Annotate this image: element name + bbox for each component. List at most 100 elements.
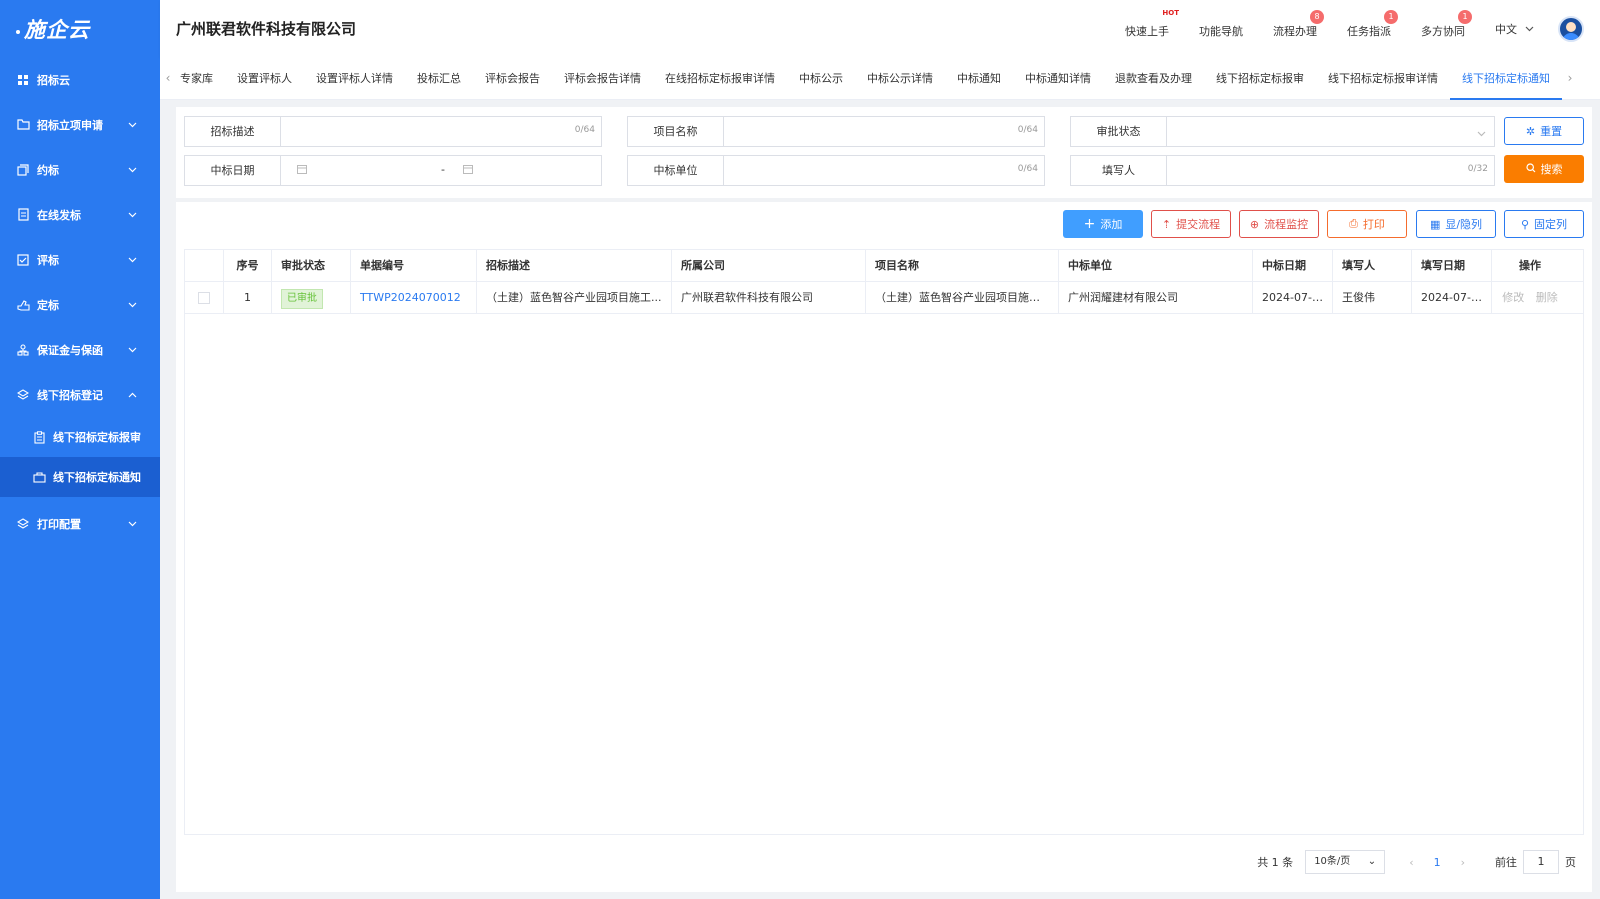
table-row[interactable]: 1 已审批 TTWP2024070012 （土建）蓝色智谷产业园项目施工... … [185, 282, 1583, 314]
tab[interactable]: 投标汇总 [405, 57, 473, 100]
calendar-icon [297, 164, 307, 177]
chevron-down-icon: ⌄ [1367, 856, 1377, 867]
quick-start-link[interactable]: 快速上手 HOT [1125, 9, 1179, 39]
sidebar-item-fabiao[interactable]: 在线发标 [0, 192, 160, 237]
header-cell: 中标日期 [1253, 250, 1333, 281]
logo-text: 施企云 [24, 18, 90, 42]
tab-active[interactable]: 线下招标定标通知 [1450, 57, 1562, 100]
tab[interactable]: 中标公示 [787, 57, 855, 100]
tab-bar: ‹ 专家库 设置评标人 设置评标人详情 投标汇总 评标会报告 评标会报告详情 在… [160, 57, 1600, 100]
toggle-columns-button[interactable]: ▦ 显/隐列 [1416, 210, 1496, 238]
fix-columns-button[interactable]: ⚲ 固定列 [1504, 210, 1584, 238]
project-label: 项目名称 [628, 117, 724, 146]
header-cell: 填写日期 [1412, 250, 1492, 281]
sidebar-item-baozhengjin[interactable]: 保证金与保函 [0, 327, 160, 372]
monitor-label: 流程监控 [1264, 218, 1309, 231]
sidebar-item-print-config[interactable]: 打印配置 [0, 501, 160, 546]
chevron-down-icon [126, 209, 138, 221]
sidebar-item-dingbiao-tongzhi[interactable]: 线下招标定标通知 [0, 457, 160, 497]
tab[interactable]: 在线招标定标报审详情 [653, 57, 787, 100]
header-cell: 序号 [224, 250, 272, 281]
hand-icon [16, 298, 30, 312]
sidebar-item-dingbiao[interactable]: 定标 [0, 282, 160, 327]
cell-actions: 修改 删除 [1492, 282, 1568, 313]
unit-input[interactable]: 0/64 [724, 156, 1044, 185]
task-link[interactable]: 任务指派 1 [1347, 9, 1398, 39]
avatar[interactable] [1558, 15, 1584, 42]
tab[interactable]: 评标会报告 [473, 57, 552, 100]
chevron-down-icon [126, 164, 138, 176]
reset-label: 重置 [1540, 125, 1563, 138]
sidebar-item-dingbiao-baoshen[interactable]: 线下招标定标报审 [0, 417, 160, 457]
reset-button[interactable]: ✲ 重置 [1504, 117, 1584, 145]
tab[interactable]: 退款查看及办理 [1103, 57, 1204, 100]
printer-icon: ⎙ [1349, 217, 1358, 230]
checklist-icon [16, 253, 30, 267]
company-title: 广州联君软件科技有限公司 [176, 20, 357, 38]
project-count: 0/64 [1017, 125, 1038, 135]
sidebar-item-lixiang[interactable]: 招标立项申请 [0, 102, 160, 147]
current-page[interactable]: 1 [1434, 856, 1441, 869]
status-label: 审批状态 [1071, 117, 1167, 146]
date-range-input[interactable]: - [281, 156, 601, 185]
process-link[interactable]: 流程办理 8 [1273, 9, 1324, 39]
process-monitor-button[interactable]: ⊕ 流程监控 [1239, 210, 1319, 238]
toggle-cols-label: 显/隐列 [1445, 218, 1483, 231]
goto-input[interactable]: 1 [1523, 850, 1559, 874]
row-checkbox-cell [185, 282, 224, 313]
project-input[interactable]: 0/64 [724, 117, 1044, 146]
cell-code-link[interactable]: TTWP2024070012 [351, 282, 477, 313]
tab[interactable]: 评标会报告详情 [552, 57, 653, 100]
prev-page-button[interactable]: ‹ [1409, 856, 1413, 869]
desc-count: 0/64 [574, 125, 595, 135]
cell-unit: 广州润耀建材有限公司 [1059, 282, 1253, 313]
collab-badge: 1 [1458, 9, 1472, 24]
folder-icon [16, 118, 30, 132]
sidebar-item-pingbiao[interactable]: 评标 [0, 237, 160, 282]
next-page-button[interactable]: › [1461, 856, 1465, 869]
topbar: 广州联君软件科技有限公司 快速上手 HOT 功能导航 流程办理 8 任务指派 1… [160, 0, 1600, 57]
tab[interactable]: 中标通知 [945, 57, 1013, 100]
filter-panel: 招标描述 0/64 项目名称 0/64 审批状态 ✲ 重置 中标日期 - 中标单位… [176, 107, 1592, 198]
chevron-down-icon [1477, 127, 1486, 140]
document-icon [16, 208, 30, 222]
cell-fill-date: 2024-07-09 [1412, 282, 1492, 313]
delete-link[interactable]: 删除 [1536, 291, 1558, 304]
edit-link[interactable]: 修改 [1502, 291, 1524, 304]
sidebar-item-xianxia[interactable]: 线下招标登记 [0, 372, 160, 417]
print-button[interactable]: ⎙ 打印 [1327, 210, 1407, 238]
desc-input[interactable]: 0/64 [281, 117, 601, 146]
chevron-right-icon[interactable]: › [1562, 71, 1578, 85]
top-actions: 快速上手 HOT 功能导航 流程办理 8 任务指派 1 多方协同 1 中文 [1125, 0, 1600, 57]
pin-icon: ⚲ [1520, 217, 1530, 231]
add-button[interactable]: + 添加 [1063, 210, 1143, 238]
sidebar-item-label: 保证金与保函 [37, 343, 103, 357]
func-nav-link[interactable]: 功能导航 [1199, 19, 1243, 39]
logo-dot [16, 30, 20, 34]
row-checkbox[interactable] [198, 292, 210, 304]
search-button[interactable]: 搜索 [1504, 155, 1584, 183]
sidebar-item-yuebiao[interactable]: 约标 [0, 147, 160, 192]
tab[interactable]: 中标公示详情 [855, 57, 945, 100]
tab[interactable]: 设置评标人详情 [304, 57, 405, 100]
tab[interactable]: 线下招标定标报审详情 [1316, 57, 1450, 100]
chevron-down-icon [126, 344, 138, 356]
tab[interactable]: 设置评标人 [225, 57, 304, 100]
page-size-select[interactable]: 10条/页 ⌄ [1305, 850, 1386, 874]
status-select[interactable] [1167, 117, 1494, 146]
sidebar-item-zhaobiaoyun[interactable]: 招标云 [0, 58, 160, 102]
submit-process-button[interactable]: ⇡ 提交流程 [1151, 210, 1231, 238]
tab[interactable]: 线下招标定标报审 [1204, 57, 1316, 100]
hot-badge: HOT [1162, 8, 1179, 17]
writer-input[interactable]: 0/32 [1167, 156, 1494, 185]
chevron-left-icon[interactable]: ‹ [160, 71, 176, 85]
logo[interactable]: 施企云 [0, 0, 160, 58]
tab[interactable]: 中标通知详情 [1013, 57, 1103, 100]
collab-link[interactable]: 多方协同 1 [1421, 9, 1472, 39]
search-label: 搜索 [1540, 163, 1563, 176]
date-field: 中标日期 - [184, 155, 602, 186]
tab[interactable]: 专家库 [176, 57, 225, 100]
language-select[interactable]: 中文 [1495, 21, 1534, 37]
sidebar-item-label: 线下招标定标通知 [53, 471, 141, 484]
clipboard-icon [32, 430, 46, 444]
